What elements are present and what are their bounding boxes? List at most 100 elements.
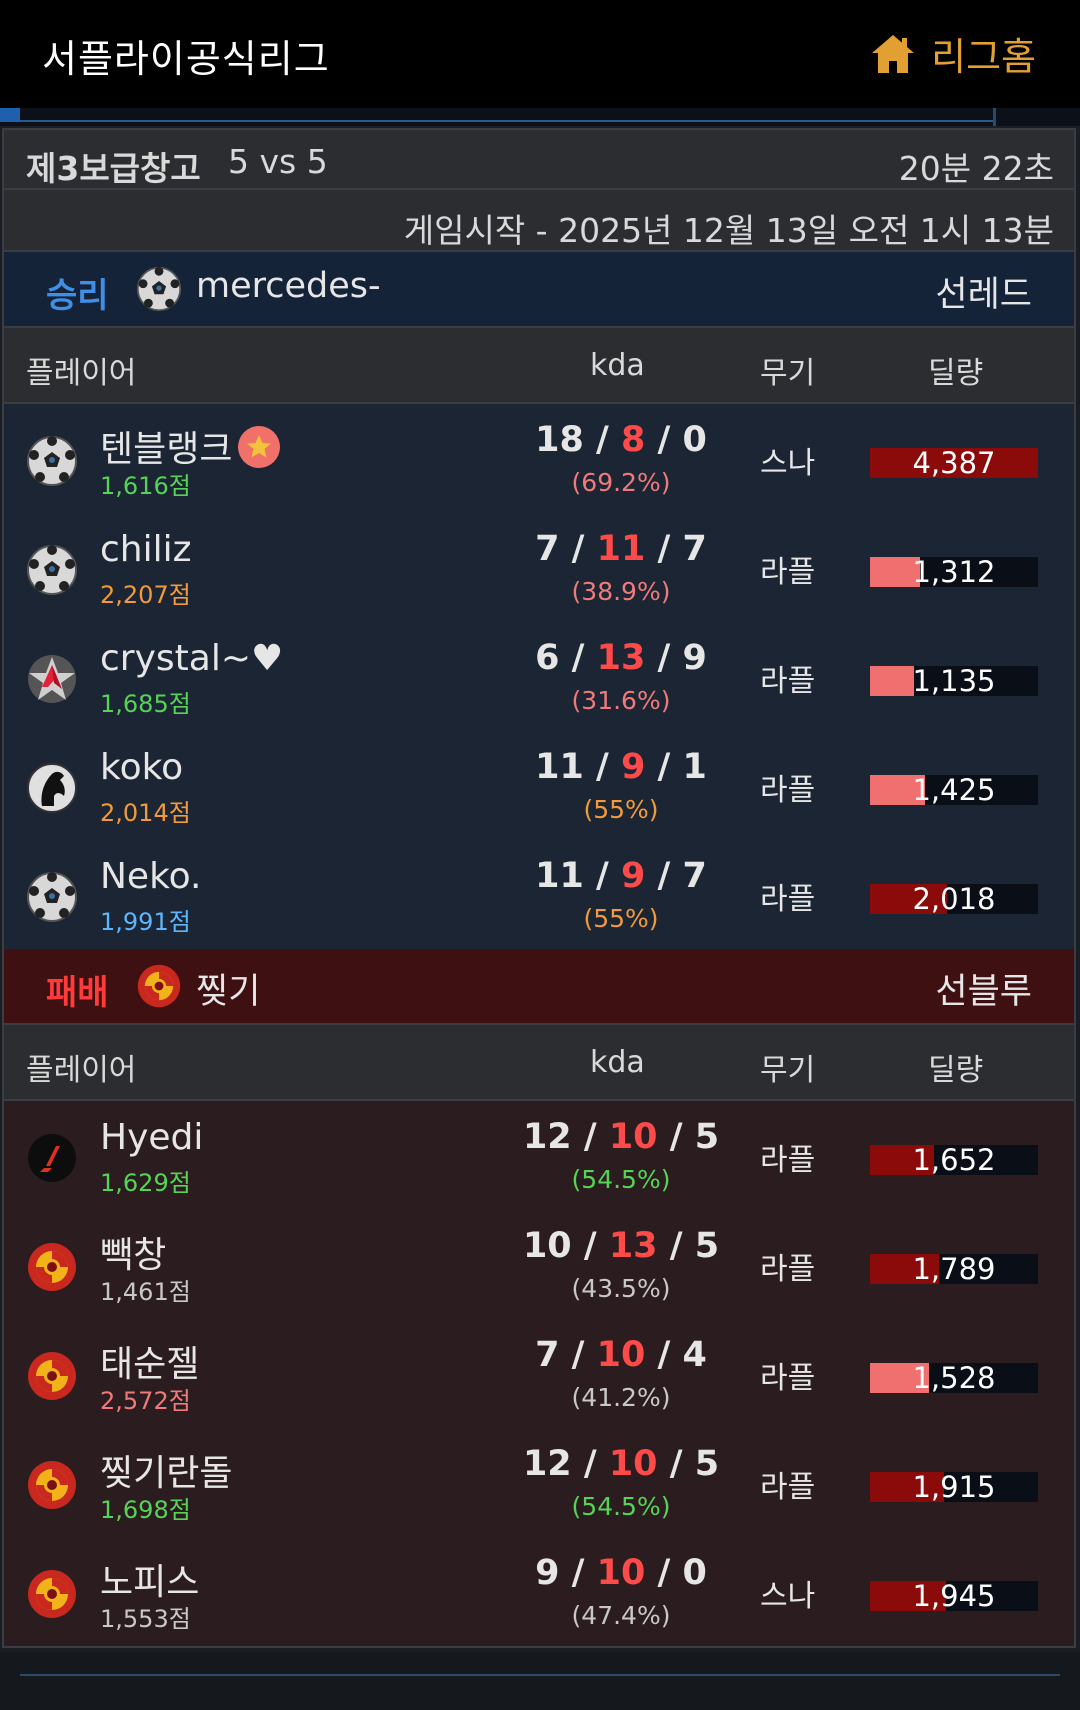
kda-value: 12 / 10 / 5 bbox=[522, 1444, 720, 1484]
kill-share: (31.6%) bbox=[571, 686, 671, 715]
damage-value: 2,018 bbox=[912, 882, 996, 916]
player-row[interactable]: Hyedi 1,629점 12 / 10 / 5 (54.5%) 라플 1,652 bbox=[4, 1101, 1074, 1210]
player-name-line: crystal~♥ bbox=[100, 638, 283, 679]
col-player: 플레이어 bbox=[26, 1053, 137, 1088]
player-score: 1,629점 bbox=[100, 1169, 191, 1197]
map-name: 제3보급창고 bbox=[26, 149, 201, 188]
red-star-icon bbox=[26, 653, 78, 705]
soccer-ball-icon bbox=[26, 871, 78, 923]
kill-share: (54.5%) bbox=[571, 1492, 671, 1521]
player-name[interactable]: 빽창 bbox=[100, 1235, 166, 1276]
player-name-line: Hyedi bbox=[100, 1117, 203, 1158]
player-list: 텐블랭크 1,616점 18 / 8 / 0 (69.2%) 스나 4,387 chiliz… bbox=[4, 404, 1074, 949]
kills: 6 bbox=[535, 638, 560, 678]
kda-value: 10 / 13 / 5 bbox=[522, 1226, 720, 1266]
col-damage: 딜량 bbox=[928, 356, 984, 391]
tab-indicator bbox=[0, 108, 20, 122]
team-result: 패배 bbox=[46, 973, 109, 1013]
weapon: 라플 bbox=[760, 1252, 816, 1287]
clan-name[interactable]: mercedes- bbox=[196, 266, 381, 306]
col-player: 플레이어 bbox=[26, 356, 137, 391]
player-score: 2,572점 bbox=[100, 1387, 191, 1415]
sun-swirl-icon bbox=[26, 1568, 78, 1620]
kill-share: (38.9%) bbox=[571, 577, 671, 606]
assists: 9 bbox=[682, 638, 707, 678]
player-name[interactable]: 태순젤 bbox=[100, 1344, 199, 1385]
weapon: 라플 bbox=[760, 1361, 816, 1396]
player-name-line: 찢기란돌 bbox=[100, 1444, 232, 1496]
kills: 11 bbox=[535, 856, 584, 896]
kills: 12 bbox=[522, 1117, 572, 1157]
game-summary: 제3보급창고 5 vs 5 20분 22초 bbox=[4, 130, 1074, 190]
assists: 1 bbox=[682, 747, 707, 787]
damage-bar: 1,652 bbox=[870, 1145, 1038, 1175]
player-row[interactable]: 빽창 1,461점 10 / 13 / 5 (43.5%) 라플 1,789 bbox=[4, 1210, 1074, 1319]
kda-value: 9 / 10 / 0 bbox=[535, 1553, 707, 1593]
player-name[interactable]: 찢기란돌 bbox=[100, 1453, 232, 1494]
player-row[interactable]: koko 2,014점 11 / 9 / 1 (55%) 라플 1,425 bbox=[4, 731, 1074, 840]
column-header: 플레이어 kda 무기 딜량 bbox=[4, 1025, 1074, 1101]
player-score: 1,698점 bbox=[100, 1496, 191, 1524]
team-header: 패배 찢기 선블루 bbox=[4, 949, 1074, 1025]
player-row[interactable]: 찢기란돌 1,698점 12 / 10 / 5 (54.5%) 라플 1,915 bbox=[4, 1428, 1074, 1537]
player-name[interactable]: chiliz bbox=[100, 529, 192, 570]
player-score: 2,207점 bbox=[100, 581, 191, 609]
deaths: 9 bbox=[621, 856, 646, 896]
damage-bar: 1,528 bbox=[870, 1363, 1038, 1393]
assists: 0 bbox=[682, 1553, 707, 1593]
league-home-button[interactable]: 리그홈 bbox=[869, 26, 1036, 81]
divider bbox=[20, 120, 996, 122]
kill-share: (69.2%) bbox=[571, 468, 671, 497]
kill-share: (55%) bbox=[583, 904, 659, 933]
deaths: 10 bbox=[596, 1335, 646, 1375]
kda-value: 7 / 10 / 4 bbox=[535, 1335, 707, 1375]
soccer-ball-icon bbox=[26, 544, 78, 596]
player-score: 1,553점 bbox=[100, 1605, 191, 1633]
weapon: 라플 bbox=[760, 555, 816, 590]
player-row[interactable]: crystal~♥ 1,685점 6 / 13 / 9 (31.6%) 라플 1,135 bbox=[4, 622, 1074, 731]
damage-bar: 4,387 bbox=[870, 448, 1038, 478]
deaths: 10 bbox=[596, 1553, 646, 1593]
damage-bar: 1,425 bbox=[870, 775, 1038, 805]
player-row[interactable]: Neko. 1,991점 11 / 9 / 7 (55%) 라플 2,018 bbox=[4, 840, 1074, 949]
sun-swirl-icon bbox=[26, 1241, 78, 1293]
assists: 4 bbox=[682, 1335, 707, 1375]
damage-value: 1,915 bbox=[912, 1470, 996, 1504]
player-name[interactable]: Hyedi bbox=[100, 1117, 203, 1158]
player-row[interactable]: chiliz 2,207점 7 / 11 / 7 (38.9%) 라플 1,312 bbox=[4, 513, 1074, 622]
player-row[interactable]: 태순젤 2,572점 7 / 10 / 4 (41.2%) 라플 1,528 bbox=[4, 1319, 1074, 1428]
assists: 7 bbox=[682, 856, 707, 896]
league-home-label: 리그홈 bbox=[931, 35, 1036, 79]
damage-value: 1,789 bbox=[912, 1252, 996, 1286]
kill-share: (41.2%) bbox=[571, 1383, 671, 1412]
team-header: 승리 mercedes- 선레드 bbox=[4, 252, 1074, 328]
column-header: 플레이어 kda 무기 딜량 bbox=[4, 328, 1074, 404]
col-kda: kda bbox=[590, 1045, 645, 1080]
match-panel: 제3보급창고 5 vs 5 20분 22초 게임시작 - 2025년 12월 1… bbox=[2, 128, 1076, 1648]
weapon: 라플 bbox=[760, 1470, 816, 1505]
kda-value: 7 / 11 / 7 bbox=[535, 529, 707, 569]
player-name[interactable]: 노피스 bbox=[100, 1562, 199, 1603]
player-name-line: Neko. bbox=[100, 856, 201, 897]
sun-swirl-icon bbox=[26, 1459, 78, 1511]
tab-strip bbox=[0, 108, 1080, 126]
damage-value: 1,652 bbox=[912, 1143, 996, 1177]
deaths: 11 bbox=[596, 529, 646, 569]
player-score: 1,991점 bbox=[100, 908, 191, 936]
player-score: 1,685점 bbox=[100, 690, 191, 718]
star-badge-icon bbox=[238, 426, 281, 468]
assists: 5 bbox=[694, 1226, 720, 1266]
player-row[interactable]: 텐블랭크 1,616점 18 / 8 / 0 (69.2%) 스나 4,387 bbox=[4, 404, 1074, 513]
damage-bar: 1,945 bbox=[870, 1581, 1038, 1611]
soccer-ball-icon bbox=[136, 266, 182, 312]
damage-bar: 1,312 bbox=[870, 557, 1038, 587]
col-weapon: 무기 bbox=[760, 1053, 816, 1088]
player-name[interactable]: koko bbox=[100, 747, 183, 788]
player-row[interactable]: 노피스 1,553점 9 / 10 / 0 (47.4%) 스나 1,945 bbox=[4, 1537, 1074, 1646]
clan-name[interactable]: 찢기 bbox=[196, 963, 260, 1014]
player-name[interactable]: crystal~♥ bbox=[100, 638, 283, 679]
player-name-line: 빽창 bbox=[100, 1226, 166, 1278]
player-name[interactable]: 텐블랭크 bbox=[100, 429, 232, 470]
horse-head-icon bbox=[26, 762, 78, 814]
player-name[interactable]: Neko. bbox=[100, 856, 201, 897]
